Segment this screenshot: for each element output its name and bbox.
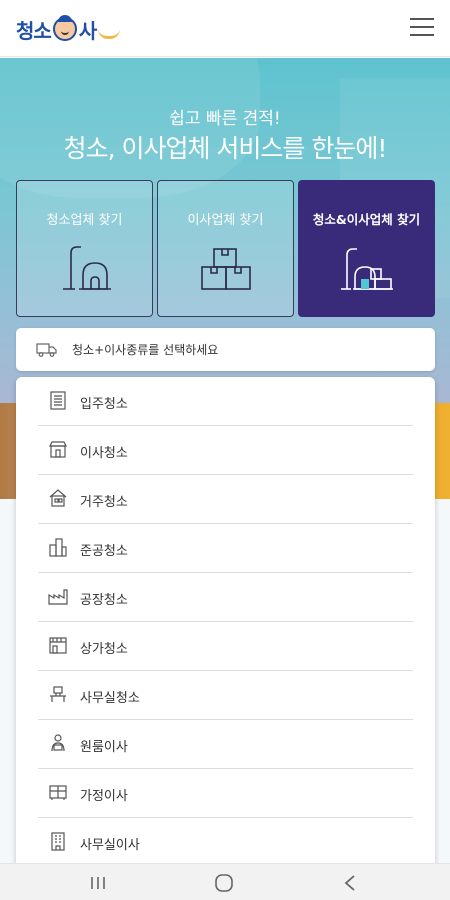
dropdown-item-move-in-cleaning[interactable]: 입주청소 <box>38 377 413 426</box>
dropdown-item-label: 사무실청소 <box>80 691 140 706</box>
mascot-face-icon <box>52 15 77 41</box>
logo-swoosh <box>98 29 121 39</box>
moving-person-icon <box>51 734 65 752</box>
shop-icon <box>49 637 67 654</box>
logo-text-end: 사 <box>78 18 97 43</box>
house-icon <box>49 489 67 507</box>
select-placeholder: 청소+이사종류를 선택하세요 <box>72 343 219 357</box>
dropdown-item-completion-cleaning[interactable]: 준공청소 <box>38 524 413 573</box>
system-navigation-bar <box>0 863 450 900</box>
dropdown-item-shop-cleaning[interactable]: 상가청소 <box>38 622 413 671</box>
dropdown-item-label: 입주청소 <box>80 397 128 412</box>
app-header: 청소 사 <box>0 0 450 57</box>
dropdown-item-label: 이사청소 <box>80 446 128 461</box>
office-building-icon <box>51 832 65 851</box>
card-label: 청소&이사업체 찾기 <box>312 212 421 227</box>
card-find-cleaning[interactable]: 청소업체 찾기 <box>16 180 153 317</box>
dropdown-item-office-moving[interactable]: 사무실이사 <box>38 818 413 867</box>
dropdown-item-label: 거주청소 <box>80 495 128 510</box>
service-type-dropdown: 입주청소 이사청소 거주청소 준공청소 공장청소 상가청소 사무실청소 원룸이사… <box>16 377 435 867</box>
hero-subtitle: 쉽고 빠른 견적! <box>169 109 281 129</box>
vacuum-cleaner-icon <box>63 246 111 290</box>
dropdown-item-office-cleaning[interactable]: 사무실청소 <box>38 671 413 720</box>
dropdown-item-residential-cleaning[interactable]: 거주청소 <box>38 475 413 524</box>
logo-text: 청소 <box>16 18 52 43</box>
dropdown-item-home-moving[interactable]: 가정이사 <box>38 769 413 818</box>
store-icon <box>49 441 67 458</box>
app-logo[interactable]: 청소 사 <box>16 14 121 44</box>
dropdown-item-label: 준공청소 <box>80 544 128 559</box>
factory-icon <box>48 589 68 605</box>
building-icon <box>50 391 66 410</box>
home-button-icon[interactable] <box>204 870 244 896</box>
service-cards: 청소업체 찾기 이사업체 찾기 청소&이사업체 찾기 <box>16 180 435 317</box>
card-find-cleaning-and-moving[interactable]: 청소&이사업체 찾기 <box>298 180 435 317</box>
dropdown-item-label: 사무실이사 <box>80 838 140 853</box>
card-label: 청소업체 찾기 <box>46 213 123 228</box>
cleaning-and-moving-icon <box>341 248 393 290</box>
truck-icon <box>36 343 57 357</box>
city-buildings-icon <box>49 538 67 557</box>
recent-apps-icon[interactable] <box>78 870 118 896</box>
dropdown-item-label: 상가청소 <box>80 642 128 657</box>
moving-boxes-icon <box>201 248 251 290</box>
dropdown-item-label: 원룸이사 <box>80 740 128 755</box>
dropdown-item-studio-moving[interactable]: 원룸이사 <box>38 720 413 769</box>
card-find-moving[interactable]: 이사업체 찾기 <box>157 180 294 317</box>
office-desk-icon <box>50 686 66 702</box>
dropdown-item-moving-cleaning[interactable]: 이사청소 <box>38 426 413 475</box>
home-furniture-icon <box>49 785 67 800</box>
dropdown-item-label: 공장청소 <box>80 593 128 608</box>
card-label: 이사업체 찾기 <box>187 213 264 228</box>
dropdown-item-label: 가정이사 <box>80 789 128 804</box>
hero-title: 청소, 이사업체 서비스를 한눈에! <box>63 134 388 163</box>
dropdown-item-factory-cleaning[interactable]: 공장청소 <box>38 573 413 622</box>
hamburger-menu-icon[interactable] <box>410 16 434 38</box>
service-type-select[interactable]: 청소+이사종류를 선택하세요 <box>16 328 435 371</box>
back-icon[interactable] <box>330 870 370 896</box>
